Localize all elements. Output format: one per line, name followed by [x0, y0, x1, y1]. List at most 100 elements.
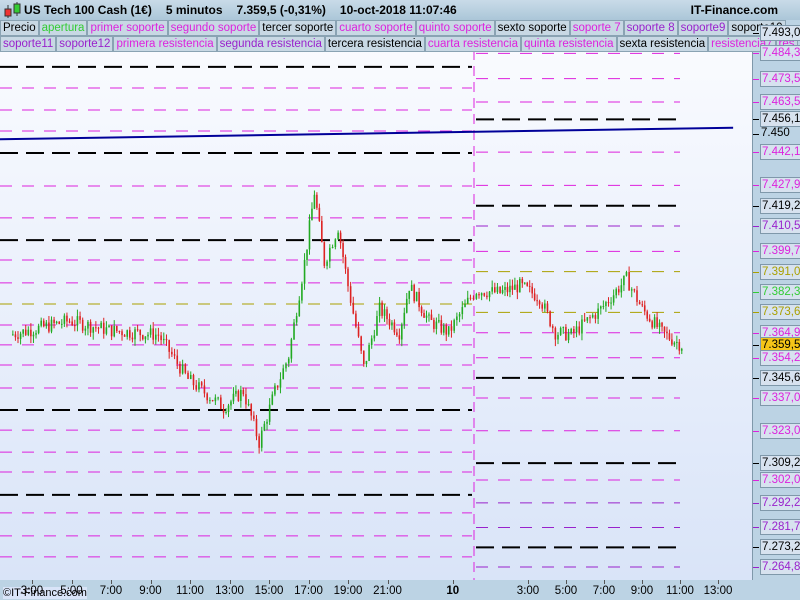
- price-tick: [753, 345, 759, 347]
- legend-item[interactable]: primer soporte: [87, 20, 168, 36]
- candle: [425, 315, 428, 318]
- legend-item[interactable]: soporte 8: [623, 20, 678, 36]
- candle: [306, 249, 308, 260]
- candle: [625, 272, 628, 276]
- candle: [544, 303, 546, 309]
- legend-item[interactable]: segunda resistencia: [216, 36, 325, 52]
- candle: [329, 247, 331, 262]
- candle: [567, 333, 570, 341]
- candle: [591, 315, 594, 318]
- candle: [365, 360, 368, 365]
- candle: [673, 342, 676, 345]
- candle: [442, 325, 445, 333]
- candle: [92, 327, 95, 333]
- candle: [646, 311, 649, 319]
- candle: [129, 330, 131, 338]
- legend-item[interactable]: tercera resistencia: [324, 36, 425, 52]
- legend-item[interactable]: sexto soporte: [494, 20, 570, 36]
- legend-item[interactable]: soporte9: [677, 20, 729, 36]
- price-tick: [753, 377, 759, 379]
- candle: [271, 394, 274, 405]
- candle: [211, 400, 214, 402]
- candle: [240, 389, 242, 401]
- legend-item[interactable]: cuarto soporte: [336, 20, 416, 36]
- brand-link[interactable]: IT-Finance.com: [691, 3, 778, 17]
- legend-item[interactable]: Precio: [0, 20, 39, 36]
- candle: [102, 322, 105, 334]
- candle: [217, 397, 219, 399]
- price-tick: [753, 547, 759, 549]
- legend-item[interactable]: apertura: [38, 20, 88, 36]
- price-tick: [753, 566, 759, 568]
- candle: [12, 334, 14, 336]
- candle: [242, 389, 245, 395]
- candle: [176, 355, 179, 364]
- candle: [76, 316, 79, 326]
- candle: [17, 337, 19, 339]
- time-tick: [566, 580, 567, 584]
- candle: [376, 316, 378, 336]
- candle: [144, 336, 147, 340]
- legend-item[interactable]: quinto soporte: [415, 20, 495, 36]
- candle: [680, 348, 683, 351]
- candle: [37, 325, 40, 334]
- candle: [458, 314, 461, 317]
- legend-item[interactable]: cuarta resistencia: [424, 36, 521, 52]
- candle: [250, 404, 253, 416]
- time-label: 15:00: [254, 585, 284, 597]
- candle: [55, 321, 58, 324]
- candle: [610, 302, 612, 304]
- price-label: 7.419,2: [760, 197, 800, 214]
- price-label: 7.337,0: [760, 390, 800, 407]
- price-label: 7.373,6: [760, 304, 800, 321]
- candle: [116, 326, 118, 332]
- candle: [22, 329, 24, 334]
- candle: [499, 286, 501, 293]
- candle: [663, 326, 666, 332]
- price-label: 7.463,5: [760, 94, 800, 111]
- time-tick: [111, 580, 112, 584]
- price-tick: [753, 463, 759, 465]
- legend-item[interactable]: soporte 7: [569, 20, 624, 36]
- legend-item[interactable]: soporte11: [0, 36, 57, 52]
- legend-item[interactable]: segundo soporte: [167, 20, 260, 36]
- candle: [232, 393, 235, 402]
- time-label: 11:00: [666, 585, 694, 597]
- chart-plot-area[interactable]: ©IT-Finance.com: [0, 20, 753, 599]
- candle: [105, 327, 108, 334]
- time-tick: [528, 580, 529, 584]
- candle: [19, 333, 22, 339]
- candle: [253, 415, 255, 419]
- candle: [575, 326, 578, 333]
- candle: [110, 325, 113, 337]
- price-axis: 7.493,0 7.484,3 7.473,5 7.463,5 7.456,1 7.450…: [753, 20, 800, 580]
- candle: [50, 319, 53, 332]
- candle: [97, 327, 100, 329]
- candle: [678, 341, 681, 351]
- candle: [14, 334, 17, 338]
- legend-item[interactable]: quinta resistencia: [521, 36, 617, 52]
- candle: [653, 317, 656, 328]
- candle: [225, 411, 227, 413]
- time-label: 9:00: [630, 585, 654, 597]
- candle: [418, 291, 420, 308]
- candle: [583, 319, 586, 321]
- time-label: 5:00: [554, 585, 578, 597]
- legend-item[interactable]: primera resistencia: [113, 36, 217, 52]
- candle: [636, 290, 638, 302]
- candle: [615, 289, 618, 296]
- candle: [648, 318, 651, 322]
- price-label: 7.281,7: [760, 519, 800, 536]
- candle: [408, 290, 411, 299]
- timeframe[interactable]: 5 minutos: [166, 3, 223, 17]
- legend-item[interactable]: sexta resistencia: [616, 36, 709, 52]
- candle: [630, 289, 633, 291]
- candle: [68, 321, 71, 323]
- candle: [255, 418, 258, 437]
- candle: [235, 390, 237, 394]
- price-tick: [753, 78, 759, 80]
- candle: [396, 332, 398, 336]
- legend-item[interactable]: tercer soporte: [259, 20, 337, 36]
- candle: [403, 312, 406, 325]
- legend-item[interactable]: soporte12: [56, 36, 114, 52]
